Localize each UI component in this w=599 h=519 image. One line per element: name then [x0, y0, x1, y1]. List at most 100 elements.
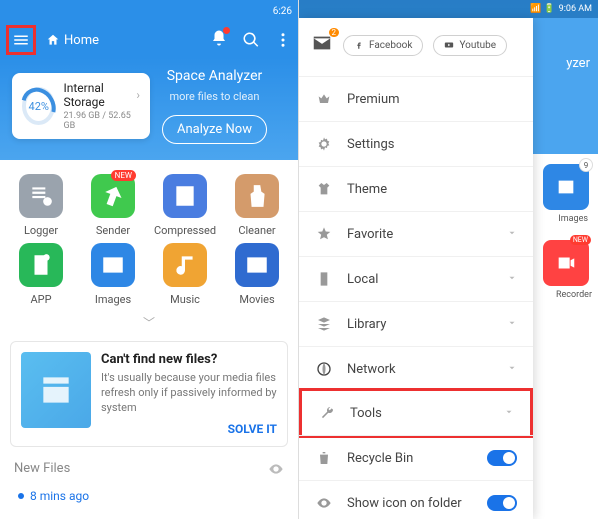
- storage-name: Internal Storage ›: [63, 81, 140, 109]
- drawer-header: 2 Facebook Youtube: [299, 18, 533, 76]
- menu-library[interactable]: Library: [299, 301, 533, 346]
- menu-label: Show icon on folder: [347, 496, 462, 511]
- menu-label: Tools: [350, 406, 382, 421]
- phone-icon: [315, 270, 333, 288]
- eye-icon: [268, 461, 284, 477]
- new-files-label: New Files: [14, 461, 70, 476]
- wrench-icon: [318, 404, 336, 422]
- peek-images-tile[interactable]: 9: [543, 164, 589, 210]
- youtube-button[interactable]: Youtube: [433, 35, 507, 56]
- stack-icon: [315, 315, 333, 333]
- facebook-button[interactable]: Facebook: [343, 35, 423, 56]
- menu-label: Theme: [347, 182, 387, 197]
- toggle-switch[interactable]: [487, 495, 517, 511]
- tile-label: Movies: [239, 293, 274, 306]
- menu-label: Network: [347, 362, 396, 377]
- notification-dot: [223, 27, 230, 34]
- menu-recycle-bin[interactable]: Recycle Bin: [299, 435, 533, 480]
- tile-label: APP: [30, 293, 51, 306]
- menu-label: Favorite: [347, 227, 393, 242]
- compressed-icon: [163, 174, 207, 218]
- new-files-header[interactable]: New Files: [0, 453, 298, 485]
- category-grid: LoggerNEW Sender Compressed Cleaner APP …: [0, 160, 298, 310]
- tile-label: Music: [170, 293, 200, 306]
- logger-icon: [19, 174, 63, 218]
- status-time: 6:26: [273, 6, 292, 17]
- search-icon[interactable]: [242, 31, 260, 49]
- home-icon: [46, 33, 60, 47]
- solve-it-button[interactable]: SOLVE IT: [101, 422, 277, 436]
- youtube-icon: [444, 40, 454, 50]
- new-badge: NEW: [111, 170, 136, 181]
- tile-label: Sender: [96, 224, 130, 237]
- mail-count: 2: [329, 28, 340, 37]
- toggle-switch[interactable]: [487, 450, 517, 466]
- mail-button[interactable]: 2: [311, 32, 333, 58]
- tile-label: Compressed: [154, 224, 216, 237]
- trash-icon: [315, 449, 333, 467]
- facebook-icon: [354, 40, 364, 50]
- drawer-menu: Premium Settings Theme Favorite Local Li…: [299, 76, 533, 519]
- menu-label: Premium: [347, 92, 400, 107]
- analyze-now-button[interactable]: Analyze Now: [162, 115, 267, 144]
- peek-recorder-tile[interactable]: NEW: [543, 240, 589, 286]
- tile-logger[interactable]: Logger: [8, 174, 74, 237]
- movies-icon: [235, 243, 279, 287]
- tile-cleaner[interactable]: Cleaner: [224, 174, 290, 237]
- internal-storage-card[interactable]: 42% Internal Storage › 21.96 GB / 52.65 …: [12, 73, 150, 139]
- menu-premium[interactable]: Premium: [299, 76, 533, 121]
- menu-theme[interactable]: Theme: [299, 166, 533, 211]
- eye-icon: [315, 494, 333, 512]
- images-count: 9: [579, 158, 593, 172]
- star-icon: [315, 225, 333, 243]
- menu-network[interactable]: Network: [299, 346, 533, 391]
- tile-label: Images: [95, 293, 131, 306]
- tile-compressed[interactable]: Compressed: [152, 174, 218, 237]
- expand-grid-button[interactable]: ﹀: [0, 310, 298, 335]
- chevron-down-icon: [507, 227, 517, 242]
- tile-sender[interactable]: NEW Sender: [80, 174, 146, 237]
- navigation-drawer: 2 Facebook Youtube Premium Settings Them…: [299, 18, 533, 519]
- gear-icon: [315, 135, 333, 153]
- recorder-badge: NEW: [570, 235, 591, 245]
- cleaner-icon: [235, 174, 279, 218]
- music-icon: [163, 243, 207, 287]
- notifications-button[interactable]: [210, 29, 228, 51]
- storage-capacity: 21.96 GB / 52.65 GB: [63, 111, 140, 131]
- chevron-down-icon: [507, 317, 517, 332]
- peek-images-label: Images: [558, 214, 588, 224]
- more-icon[interactable]: [274, 31, 292, 49]
- menu-local[interactable]: Local: [299, 256, 533, 301]
- menu-label: Settings: [347, 137, 394, 152]
- hamburger-menu-button[interactable]: [6, 25, 36, 55]
- tile-music[interactable]: Music: [152, 243, 218, 306]
- home-tab[interactable]: Home: [46, 33, 99, 48]
- menu-settings[interactable]: Settings: [299, 121, 533, 166]
- menu-label: Local: [347, 272, 378, 287]
- menu-favorite[interactable]: Favorite: [299, 211, 533, 256]
- analyzer-title: Space Analyzer: [167, 68, 263, 84]
- tip-card: Can't find new files? It's usually becau…: [10, 341, 288, 447]
- tile-label: Cleaner: [238, 224, 275, 237]
- menu-tools[interactable]: Tools: [299, 388, 533, 438]
- menu-show-icon-on-folder[interactable]: Show icon on folder: [299, 480, 533, 519]
- tip-illustration: [21, 352, 91, 428]
- space-analyzer-panel: 42% Internal Storage › 21.96 GB / 52.65 …: [0, 58, 298, 160]
- chevron-down-icon: [504, 406, 514, 421]
- storage-percent: 42%: [22, 87, 55, 125]
- shirt-icon: [315, 180, 333, 198]
- hamburger-icon: [12, 31, 30, 49]
- chevron-down-icon: [507, 362, 517, 377]
- tile-app[interactable]: APP: [8, 243, 74, 306]
- tile-images[interactable]: Images: [80, 243, 146, 306]
- menu-label: Recycle Bin: [347, 451, 413, 466]
- app-bar-actions: [210, 29, 292, 51]
- net-icon: [315, 360, 333, 378]
- background-peek: yzer 9 Images NEW Recorder: [533, 18, 598, 519]
- home-label: Home: [64, 33, 99, 48]
- recent-item[interactable]: 8 mins ago: [0, 485, 298, 507]
- crown-icon: [315, 90, 333, 108]
- peek-recorder-label: Recorder: [556, 290, 592, 300]
- tile-movies[interactable]: Movies: [224, 243, 290, 306]
- tile-label: Logger: [24, 224, 58, 237]
